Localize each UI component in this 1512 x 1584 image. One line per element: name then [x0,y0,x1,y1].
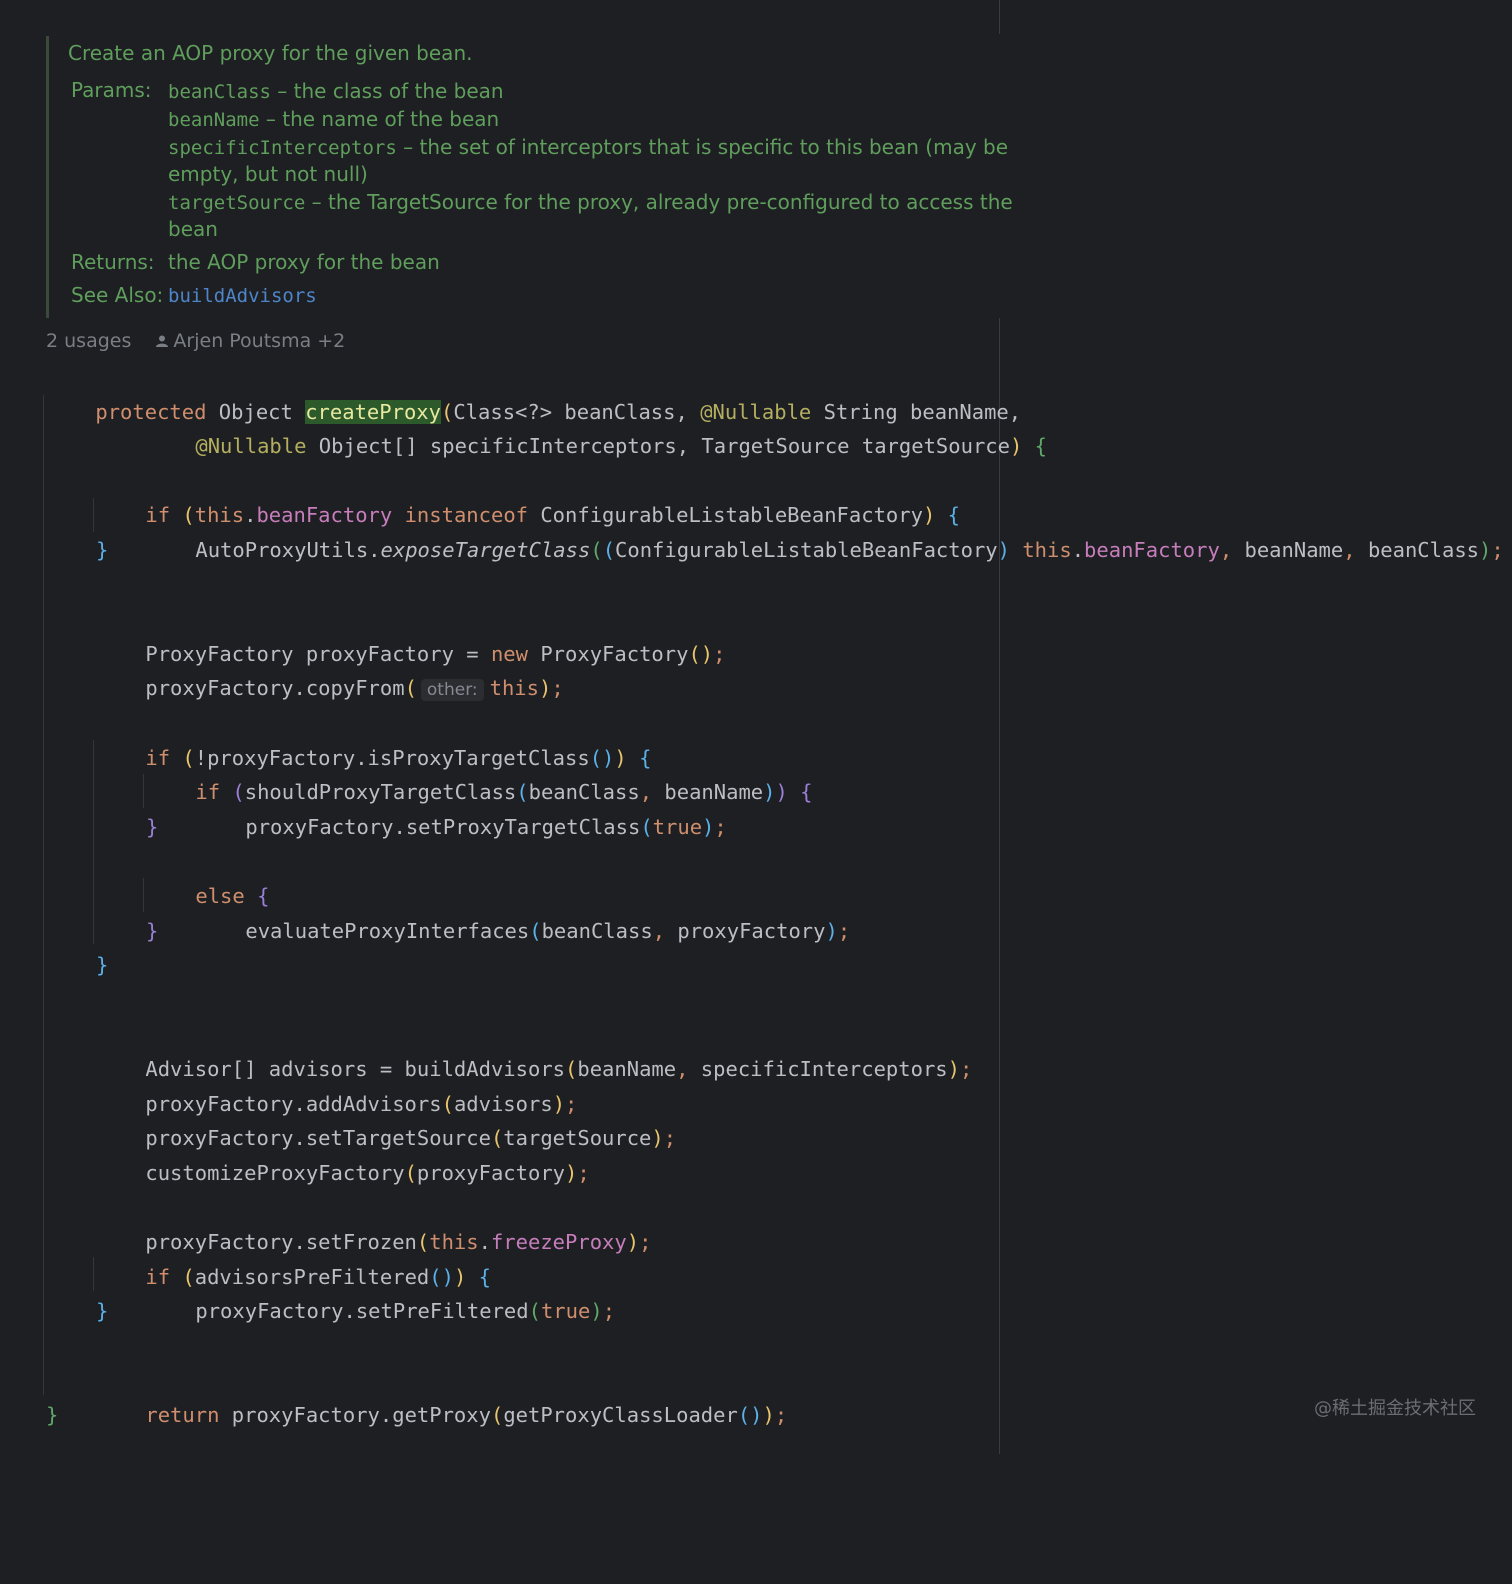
code-line-settargetsource: proxyFactory.setTargetSource(targetSourc… [145,1126,677,1151]
code-line-if-beanfactory: if (this.beanFactory instanceof Configur… [145,503,960,528]
person-icon [156,335,169,347]
code-line-evaluateproxyinterfaces: evaluateProxyInterfaces(beanClass, proxy… [245,918,851,943]
javadoc-see-also-label: See Also: [71,283,164,307]
code-line-proxyfactory-decl: ProxyFactory proxyFactory = new ProxyFac… [145,641,726,666]
code-line-close-if4: } [96,1299,109,1324]
javadoc-param-specificinterceptors-cont: empty, but not null) [168,162,368,186]
code-line-customize: customizeProxyFactory(proxyFactory); [145,1160,590,1185]
javadoc-block: Create an AOP proxy for the given bean. … [46,36,1039,318]
usages-link[interactable]: 2 usages [46,330,131,352]
code-line-copyfrom: proxyFactory.copyFrom(other: this); [145,676,564,702]
javadoc-returns-label: Returns: [71,250,155,274]
code-line-close-if2: } [96,953,109,978]
right-margin-guide-top [999,0,1000,34]
javadoc-param-beanclass: beanClass – the class of the bean [168,79,504,103]
code-line-advisors: Advisor[] advisors = buildAdvisors(beanN… [145,1056,973,1081]
code-line-signature: protected Object createProxy(Class<?> be… [95,399,1022,424]
author-info[interactable]: Arjen Poutsma +2 [155,330,345,352]
code-line-else: else { [195,883,270,908]
code-line-if-isproxytargetclass: if (!proxyFactory.isProxyTargetClass()) … [145,745,652,770]
indent-guide-if3 [143,774,144,808]
javadoc-params-label: Params: [71,78,152,102]
javadoc-param-beanname: beanName – the name of the bean [168,107,500,131]
code-line-setprefiltered: proxyFactory.setPreFiltered(true); [195,1299,616,1324]
indent-guide-method [43,395,44,1395]
parameter-hint-other: other: [420,679,484,702]
code-line-close-method: } [46,1403,59,1427]
code-line-close-if3: } [146,814,159,839]
indent-guide-if4 [93,1257,94,1291]
javadoc-summary: Create an AOP proxy for the given bean. [68,41,473,65]
indent-guide-if2 [93,740,94,944]
code-line-close-if1: } [96,538,109,562]
indent-guide-if1 [93,498,94,532]
code-vision-row: 2 usages Arjen Poutsma +2 [46,330,345,352]
indent-guide-else [143,878,144,912]
code-line-setfrozen: proxyFactory.setFrozen(this.freezeProxy)… [145,1229,652,1254]
code-line-if-prefiltered: if (advisorsPreFiltered()) { [145,1264,491,1289]
code-line-close-else: } [146,918,159,943]
javadoc-see-also-link[interactable]: buildAdvisors [168,283,317,307]
code-line-signature-cont: @Nullable Object[] specificInterceptors,… [195,434,1048,459]
javadoc-param-targetsource-cont: bean [168,217,218,241]
code-editor[interactable]: protected Object createProxy(Class<?> be… [46,360,1504,1584]
code-line-addadvisors: proxyFactory.addAdvisors(advisors); [145,1091,578,1116]
javadoc-returns: the AOP proxy for the bean [168,250,440,274]
code-line-return: return proxyFactory.getProxy(getProxyCla… [145,1402,788,1427]
code-line-if-shouldproxy: if (shouldProxyTargetClass(beanClass, be… [195,780,813,805]
author-names: Arjen Poutsma +2 [173,330,346,352]
javadoc-param-targetsource: targetSource – the TargetSource for the … [168,190,1013,214]
code-line-setproxytargetclass: proxyFactory.setProxyTargetClass(true); [245,814,727,839]
watermark-text: @稀土掘金技术社区 [1314,1398,1476,1419]
javadoc-param-specificinterceptors: specificInterceptors – the set of interc… [168,135,1009,159]
code-line-expose-target: AutoProxyUtils.exposeTargetClass((Config… [195,537,1504,562]
right-margin-guide [999,318,1000,1454]
